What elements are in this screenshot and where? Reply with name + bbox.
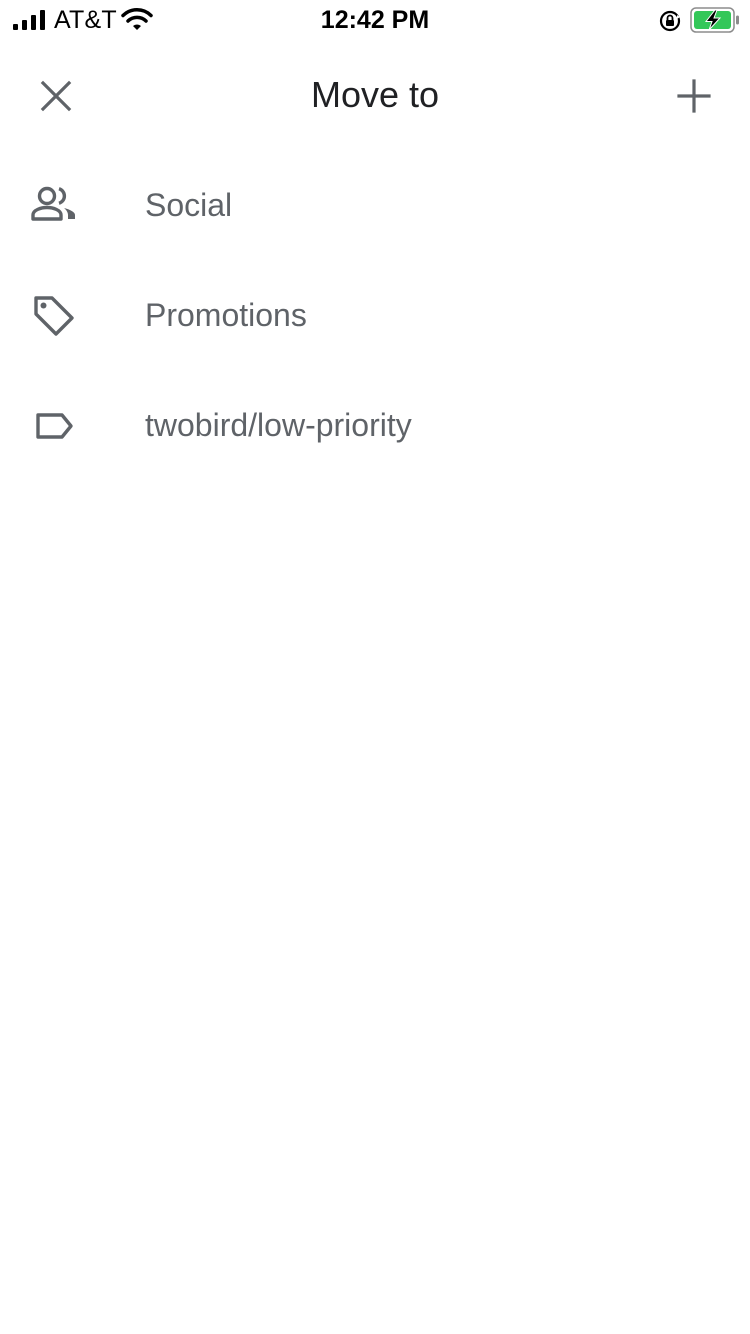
status-bar: AT&T 12:42 PM <box>0 0 750 40</box>
list-item-promotions[interactable]: Promotions <box>0 261 750 371</box>
list-item-label: twobird/low-priority <box>145 407 412 443</box>
list-item-social[interactable]: Social <box>0 151 750 261</box>
label-outline-icon <box>36 413 73 439</box>
label-list: Social Promotions twobird/low-priority <box>0 151 750 481</box>
header: Move to <box>0 56 750 136</box>
page-title: Move to <box>310 74 440 115</box>
list-item-label: Promotions <box>145 297 307 333</box>
plus-icon[interactable] <box>674 76 714 116</box>
tag-icon <box>34 296 74 336</box>
list-item-twobird-low-priority[interactable]: twobird/low-priority <box>0 371 750 481</box>
status-time: 12:42 PM <box>320 6 430 34</box>
rotation-lock-icon <box>659 10 681 32</box>
people-icon <box>31 186 75 221</box>
list-item-label: Social <box>145 187 233 223</box>
battery-charging-icon <box>690 7 739 33</box>
